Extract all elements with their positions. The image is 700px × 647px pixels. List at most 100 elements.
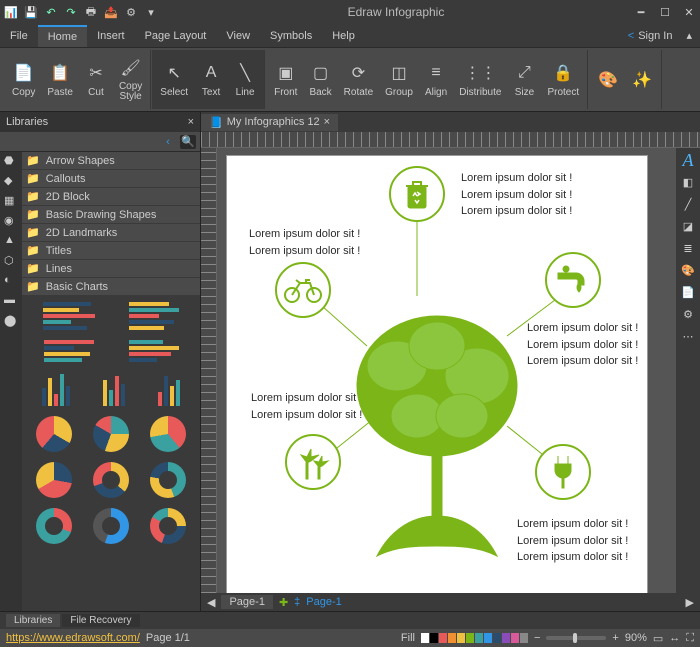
panel-close-icon[interactable]: × bbox=[188, 116, 194, 128]
lib-item-basic-drawing[interactable]: 📁Basic Drawing Shapes bbox=[22, 206, 200, 224]
chart-thumb[interactable] bbox=[93, 416, 129, 452]
maximize-icon[interactable]: ☐ bbox=[658, 5, 672, 19]
swatch[interactable] bbox=[493, 633, 501, 643]
text-block[interactable]: Lorem ipsum dolor sit !Lorem ipsum dolor… bbox=[461, 170, 572, 220]
select-button[interactable]: ↖Select bbox=[156, 60, 192, 100]
canvas[interactable]: Lorem ipsum dolor sit !Lorem ipsum dolor… bbox=[217, 148, 676, 593]
redo-icon[interactable]: ↷ bbox=[64, 5, 78, 19]
page-tab[interactable]: Page-1 bbox=[221, 595, 272, 609]
tab-symbols[interactable]: Symbols bbox=[260, 26, 322, 46]
undo-icon[interactable]: ↶ bbox=[44, 5, 58, 19]
swatch[interactable] bbox=[439, 633, 447, 643]
category-icon[interactable]: ▲ bbox=[4, 234, 18, 248]
category-icon[interactable]: ▬ bbox=[4, 294, 18, 308]
group-button[interactable]: ◫Group bbox=[381, 60, 417, 100]
sign-in-link[interactable]: <Sign In bbox=[622, 30, 679, 42]
export-icon[interactable]: 📤 bbox=[104, 5, 118, 19]
lib-item-2d-block[interactable]: 📁2D Block bbox=[22, 188, 200, 206]
fill-style-button[interactable]: 🎨 bbox=[593, 67, 623, 93]
category-icon[interactable]: ◆ bbox=[4, 174, 18, 188]
text-style-icon[interactable]: A bbox=[680, 152, 696, 168]
collapse-ribbon-icon[interactable]: ▴ bbox=[678, 29, 700, 42]
page-nav[interactable]: ‡ bbox=[294, 596, 300, 608]
lib-item-callouts[interactable]: 📁Callouts bbox=[22, 170, 200, 188]
fit-page-icon[interactable]: ▭ bbox=[653, 632, 663, 645]
chart-thumb[interactable] bbox=[93, 508, 129, 544]
text-block[interactable]: Lorem ipsum dolor sit !Lorem ipsum dolor… bbox=[249, 226, 360, 259]
theme-icon[interactable]: 🎨 bbox=[680, 262, 696, 278]
save-icon[interactable]: 💾 bbox=[24, 5, 38, 19]
qat-dropdown-icon[interactable]: ▾ bbox=[144, 5, 158, 19]
tab-page-layout[interactable]: Page Layout bbox=[135, 26, 217, 46]
add-page-icon[interactable]: ✚ bbox=[279, 596, 288, 609]
node-bike[interactable] bbox=[275, 262, 331, 318]
line-style-icon[interactable]: ╱ bbox=[680, 196, 696, 212]
category-icon[interactable]: ⬤ bbox=[4, 314, 18, 328]
tab-home[interactable]: Home bbox=[38, 25, 87, 47]
chart-thumb[interactable] bbox=[36, 416, 72, 452]
align-button[interactable]: ≡Align bbox=[421, 60, 451, 100]
chart-thumb[interactable] bbox=[93, 462, 129, 498]
category-icon[interactable]: ▦ bbox=[4, 194, 18, 208]
node-wind[interactable] bbox=[285, 434, 341, 490]
tree-graphic[interactable] bbox=[337, 286, 537, 566]
zoom-out-icon[interactable]: − bbox=[534, 632, 540, 644]
page-setup-icon[interactable]: 📄 bbox=[680, 284, 696, 300]
swatch[interactable] bbox=[475, 633, 483, 643]
node-faucet[interactable] bbox=[545, 252, 601, 308]
layers-icon[interactable]: ≣ bbox=[680, 240, 696, 256]
chart-thumb[interactable] bbox=[43, 302, 95, 330]
line-button[interactable]: ╲Line bbox=[230, 60, 260, 100]
chart-thumb[interactable] bbox=[44, 340, 94, 362]
scroll-left-icon[interactable]: ◀ bbox=[207, 596, 215, 609]
category-icon[interactable]: ⬡ bbox=[4, 254, 18, 268]
fit-width-icon[interactable]: ↔ bbox=[669, 632, 680, 644]
size-button[interactable]: ⤢Size bbox=[509, 60, 539, 100]
scroll-right-icon[interactable]: ▶ bbox=[686, 596, 694, 609]
options-icon[interactable]: ⚙ bbox=[124, 5, 138, 19]
shadow-icon[interactable]: ◪ bbox=[680, 218, 696, 234]
chart-thumb[interactable] bbox=[103, 372, 125, 406]
swatch[interactable] bbox=[502, 633, 510, 643]
properties-icon[interactable]: ⚙ bbox=[680, 306, 696, 322]
protect-button[interactable]: 🔒Protect bbox=[543, 60, 583, 100]
swatch[interactable] bbox=[457, 633, 465, 643]
rotate-button[interactable]: ⟳Rotate bbox=[340, 60, 377, 100]
swatch[interactable] bbox=[430, 633, 438, 643]
swatch[interactable] bbox=[520, 633, 528, 643]
category-icon[interactable]: ◉ bbox=[4, 214, 18, 228]
text-button[interactable]: AText bbox=[196, 60, 226, 100]
category-icon[interactable]: ⬣ bbox=[4, 154, 18, 168]
chart-thumb[interactable] bbox=[129, 340, 179, 362]
chart-thumb[interactable] bbox=[150, 462, 186, 498]
chart-thumb[interactable] bbox=[36, 462, 72, 498]
paste-button[interactable]: 📋Paste bbox=[43, 60, 77, 100]
tab-file[interactable]: File bbox=[0, 26, 38, 46]
text-block[interactable]: Lorem ipsum dolor sit !Lorem ipsum dolor… bbox=[527, 320, 638, 370]
tab-view[interactable]: View bbox=[216, 26, 260, 46]
node-recycle[interactable] bbox=[389, 166, 445, 222]
copy-button[interactable]: 📄Copy bbox=[8, 60, 39, 100]
close-icon[interactable]: ✕ bbox=[682, 5, 696, 19]
page[interactable]: Lorem ipsum dolor sit !Lorem ipsum dolor… bbox=[227, 156, 647, 593]
chart-thumb[interactable] bbox=[36, 508, 72, 544]
lib-item-titles[interactable]: 📁Titles bbox=[22, 242, 200, 260]
search-icon[interactable]: 🔍 bbox=[180, 135, 196, 149]
chart-thumb[interactable] bbox=[42, 372, 70, 406]
minimize-icon[interactable]: ━ bbox=[634, 5, 648, 19]
expand-icon[interactable]: ‹ bbox=[160, 135, 176, 149]
chart-thumb[interactable] bbox=[150, 416, 186, 452]
fullscreen-icon[interactable]: ⛶ bbox=[686, 632, 694, 645]
lib-item-lines[interactable]: 📁Lines bbox=[22, 260, 200, 278]
chart-thumb[interactable] bbox=[150, 508, 186, 544]
back-button[interactable]: ▢Back bbox=[305, 60, 335, 100]
lib-item-2d-landmarks[interactable]: 📁2D Landmarks bbox=[22, 224, 200, 242]
fill-icon[interactable]: ◧ bbox=[680, 174, 696, 190]
zoom-in-icon[interactable]: + bbox=[612, 632, 618, 644]
category-icon[interactable]: ◐ bbox=[4, 274, 18, 288]
bottom-tab-file-recovery[interactable]: File Recovery bbox=[62, 614, 139, 627]
tab-insert[interactable]: Insert bbox=[87, 26, 135, 46]
lib-item-arrow-shapes[interactable]: 📁Arrow Shapes bbox=[22, 152, 200, 170]
lib-item-basic-charts[interactable]: 📁Basic Charts bbox=[22, 278, 200, 296]
document-tab[interactable]: 📘My Infographics 12× bbox=[201, 114, 338, 131]
